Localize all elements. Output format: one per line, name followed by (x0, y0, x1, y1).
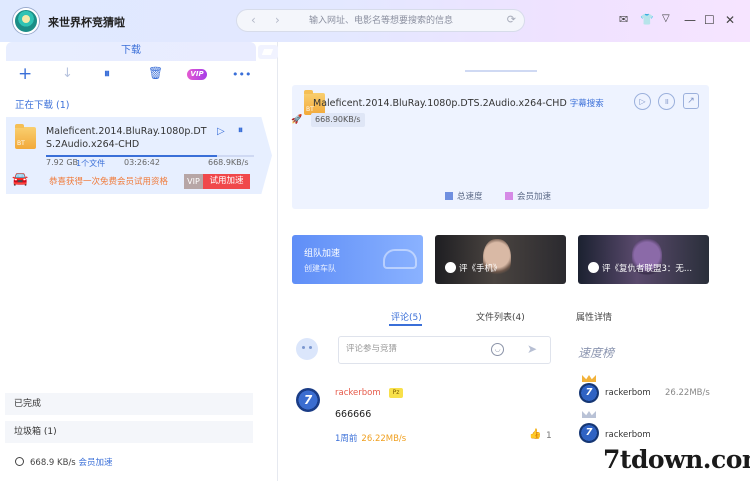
downloads-panel: 下载 + ↓ ⏸ 🗑 VIP ••• 正在下载 (1) BT Maleficen… (0, 42, 278, 481)
comment-box: ◡ ➤ (338, 336, 551, 364)
send-icon[interactable]: ➤ (527, 342, 537, 356)
download-task-item[interactable]: BT Maleficent.2014.BluRay.1080p.DTS.2Aud… (6, 117, 272, 194)
close-icon[interactable]: ✕ (725, 13, 735, 27)
task-file-count-link[interactable]: 1个文件 (76, 158, 105, 169)
app-title[interactable]: 来世界杯竞猜啦 (48, 14, 125, 30)
tab-download[interactable]: 下载 (6, 42, 256, 61)
tab-file-list[interactable]: 文件列表(4) (476, 310, 525, 323)
reviewer-avatar-icon (445, 262, 456, 273)
tab-comments[interactable]: 评论(5) (391, 310, 422, 323)
comment-text: 666666 (335, 409, 372, 420)
promo-text: 恭喜获得一次免费会员试用资格 (49, 177, 169, 187)
trial-accelerate-button[interactable]: 试用加速 (203, 174, 250, 189)
task-time-left: 03:26:42 (124, 158, 160, 167)
level-badge: Pz (389, 388, 403, 398)
car-icon (383, 249, 417, 269)
comment-meta: 1周前 26.22MB/s (335, 434, 407, 444)
detail-speed: 668.90KB/s (311, 113, 365, 127)
downloading-header[interactable]: 正在下载 (1) (15, 97, 69, 111)
refresh-icon[interactable]: ⟳ (507, 13, 516, 26)
bt-file-icon: BT (15, 124, 36, 149)
gold-crown-icon (582, 375, 596, 382)
legend-vip-speed: 会员加速 (505, 190, 551, 202)
commenter-avatar[interactable]: 7 (296, 388, 320, 412)
movie-review-banner[interactable]: 评《手机》 (435, 235, 566, 284)
status-bar: 668.9 KB/s 会员加速 (15, 456, 112, 468)
ranking-avatar[interactable]: 7 (579, 383, 599, 403)
more-icon[interactable]: ••• (232, 68, 251, 81)
like-icon[interactable]: 👍 (529, 429, 541, 440)
pause-circle-icon[interactable]: ॥ (658, 93, 675, 110)
commenter-name[interactable]: rackerbom (335, 388, 381, 398)
rocket-icon: 🚀 (291, 115, 303, 125)
title-bar: 来世界杯竞猜啦 ‹ › ⟳ ✉ 👕 ▽ — ☐ ✕ (0, 0, 750, 42)
download-toolbar: + ↓ ⏸ 🗑 VIP ••• (0, 64, 278, 86)
tab-active-underline (389, 324, 422, 326)
carousel-indicator (465, 70, 537, 72)
maximize-icon[interactable]: ☐ (704, 13, 715, 27)
detail-filename: Maleficent.2014.BluRay.1080p.DTS.2Audio.… (313, 98, 604, 109)
open-folder-icon[interactable]: ↗ (683, 93, 699, 109)
car-accelerate-icon: 🚘 (12, 172, 29, 187)
like-count: 1 (546, 431, 552, 441)
my-avatar-icon (296, 338, 318, 360)
site-watermark: 7tdown.com (603, 445, 750, 474)
legend-total-speed: 总速度 (445, 190, 483, 202)
tab-browser[interactable] (258, 45, 278, 59)
vip-accelerate-link[interactable]: 会员加速 (78, 458, 112, 468)
speed-clock-icon (15, 457, 24, 466)
total-speed: 668.9 KB/s (30, 458, 76, 468)
ranking-avatar[interactable]: 7 (579, 423, 599, 443)
ranking-user[interactable]: rackerbom (605, 388, 651, 398)
start-download-icon[interactable]: ↓ (62, 66, 73, 81)
delete-icon[interactable]: 🗑 (148, 66, 163, 80)
task-filename: Maleficent.2014.BluRay.1080p.DTS.2Audio.… (46, 126, 207, 150)
movie-review-banner[interactable]: 评《复仇者联盟3：无... (578, 235, 709, 284)
speed-ranking-title: 速度榜 (578, 346, 615, 360)
play-circle-icon[interactable]: ▷ (634, 93, 651, 110)
subtitle-search-link[interactable]: 字幕搜索 (570, 99, 604, 109)
mail-icon[interactable]: ✉ (619, 13, 628, 26)
team-accelerate-banner[interactable]: 组队加速 创建车队 (292, 235, 423, 284)
forward-arrow-icon[interactable]: › (275, 13, 280, 27)
ranking-user[interactable]: rackerbom (605, 430, 651, 440)
emoji-icon[interactable]: ◡ (491, 343, 504, 356)
vip-button[interactable]: VIP (187, 69, 207, 80)
comment-input[interactable] (346, 344, 486, 354)
play-icon[interactable]: ▷ (217, 126, 225, 137)
tshirt-skin-icon[interactable]: 👕 (640, 13, 654, 26)
task-progress-bar (46, 155, 254, 157)
add-task-icon[interactable]: + (18, 64, 32, 84)
minimize-icon[interactable]: — (684, 13, 696, 27)
detail-panel: BT Maleficent.2014.BluRay.1080p.DTS.2Aud… (279, 42, 750, 481)
reviewer-avatar-icon (588, 262, 599, 273)
trash-section[interactable]: 垃圾箱 (1) (5, 421, 253, 443)
address-input[interactable] (309, 13, 499, 29)
ranking-speed: 26.22MB/s (665, 388, 710, 398)
back-arrow-icon[interactable]: ‹ (251, 13, 256, 27)
task-speed: 668.9KB/s (208, 158, 249, 167)
address-bar: ‹ › ⟳ (236, 9, 525, 32)
completed-section[interactable]: 已完成 (5, 393, 253, 415)
menu-dropdown-icon[interactable]: ▽ (662, 13, 670, 24)
app-logo-icon (13, 8, 39, 34)
pause-all-icon[interactable]: ⏸ (104, 66, 110, 81)
silver-crown-icon (582, 411, 596, 418)
task-size: 7.92 GB (46, 158, 79, 167)
tab-properties[interactable]: 属性详情 (576, 310, 612, 323)
pause-icon[interactable]: ⏸ (238, 125, 243, 136)
vip-tag: VIP (184, 174, 203, 189)
